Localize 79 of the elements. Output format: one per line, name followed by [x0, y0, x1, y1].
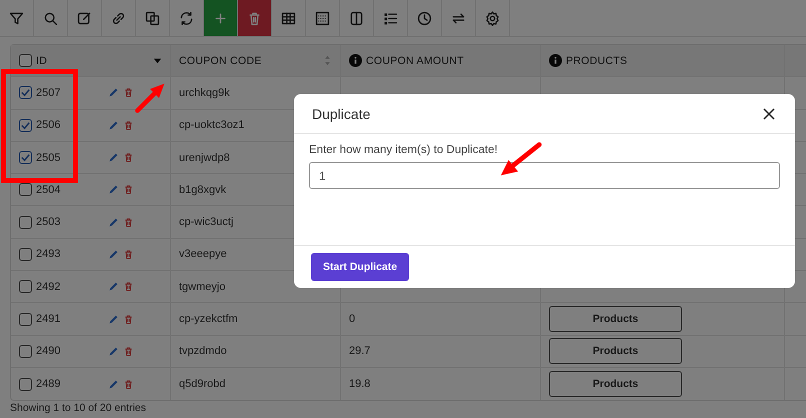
row-checkbox[interactable] — [19, 378, 32, 391]
trash-icon[interactable] — [123, 248, 134, 260]
coupon-code: tvpzdmdo — [179, 345, 227, 358]
coupon-code: v3eeepye — [179, 248, 227, 260]
pencil-icon[interactable] — [108, 152, 119, 164]
row-id: 2505 — [36, 152, 62, 164]
row-checkbox[interactable] — [19, 248, 32, 261]
dialog-prompt: Enter how many item(s) to Duplicate! — [309, 144, 499, 156]
coupon-code: cp-uoktc3oz1 — [179, 119, 244, 132]
pencil-icon[interactable] — [108, 248, 119, 260]
row-checkbox[interactable] — [19, 312, 32, 326]
coupon-code: urenjwdp8 — [179, 152, 230, 164]
row-checkbox[interactable] — [19, 118, 32, 132]
trash-icon[interactable] — [123, 314, 134, 325]
row-id: 2490 — [36, 345, 62, 358]
row-id: 2506 — [36, 119, 62, 132]
pencil-icon[interactable] — [108, 281, 119, 292]
column-header[interactable]: COUPON AMOUNT — [366, 54, 464, 67]
row-id: 2493 — [36, 248, 62, 260]
row-checkbox[interactable] — [19, 183, 32, 196]
trash-icon[interactable] — [123, 87, 134, 98]
coupon-code: cp-yzekctfm — [179, 313, 238, 326]
pencil-icon[interactable] — [108, 346, 119, 357]
row-checkbox[interactable] — [19, 216, 32, 229]
trash-icon[interactable] — [123, 184, 134, 196]
coupon-code: q5d9robd — [179, 378, 226, 390]
row-id: 2507 — [36, 86, 62, 99]
row-id: 2504 — [36, 184, 62, 196]
start-duplicate-button[interactable]: Start Duplicate — [311, 253, 410, 281]
delete-button[interactable] — [238, 0, 272, 36]
column-header[interactable]: ID — [36, 54, 48, 67]
pencil-icon[interactable] — [108, 184, 119, 196]
pencil-icon[interactable] — [108, 120, 119, 131]
pencil-icon[interactable] — [108, 87, 119, 98]
trash-icon[interactable] — [123, 346, 134, 357]
close-icon — [763, 108, 775, 120]
products-button[interactable]: Products — [549, 371, 682, 398]
close-button[interactable] — [761, 106, 777, 122]
pencil-icon[interactable] — [108, 378, 119, 390]
coupon-code: urchkqg9k — [179, 86, 230, 99]
coupon-amount: 19.8 — [349, 378, 370, 390]
table-icon — [280, 10, 297, 26]
coupon-code: tgwmeyjo — [179, 280, 226, 293]
clock-icon — [416, 10, 433, 26]
row-id: 2489 — [36, 378, 62, 390]
copy-icon — [144, 10, 161, 26]
grid-icon — [314, 10, 331, 26]
pencil-icon[interactable] — [108, 216, 119, 228]
trash-icon[interactable] — [123, 281, 134, 292]
row-checkbox[interactable] — [19, 151, 32, 164]
settings-icon — [484, 10, 501, 26]
trash-icon[interactable] — [123, 216, 134, 228]
trash-icon[interactable] — [123, 152, 134, 164]
filter-icon — [8, 10, 25, 26]
products-button[interactable]: Products — [549, 306, 682, 332]
pencil-square-icon — [76, 10, 93, 26]
dialog-title: Duplicate — [312, 106, 370, 122]
coupon-amount: 0 — [349, 313, 356, 326]
row-id: 2503 — [36, 216, 62, 228]
search-icon — [42, 10, 59, 26]
pencil-icon[interactable] — [108, 314, 119, 325]
coupon-amount: 29.7 — [349, 345, 370, 358]
products-button[interactable]: Products — [549, 338, 682, 364]
column-header[interactable]: COUPON CODE — [179, 54, 262, 67]
row-checkbox[interactable] — [19, 280, 32, 294]
row-id: 2491 — [36, 313, 62, 326]
coupon-code: b1g8xgvk — [179, 184, 226, 196]
row-checkbox[interactable] — [19, 344, 32, 358]
coupon-code: cp-wic3uctj — [179, 216, 234, 228]
trash-icon[interactable] — [123, 378, 134, 390]
row-checkbox[interactable] — [19, 86, 32, 100]
refresh-icon — [178, 10, 195, 26]
columns-icon — [348, 10, 365, 26]
row-id: 2492 — [36, 280, 62, 293]
entries-info: Showing 1 to 10 of 20 entries — [10, 402, 148, 414]
quantity-input[interactable]: 1 — [309, 162, 780, 189]
select-all-checkbox[interactable] — [19, 54, 32, 68]
trash-icon[interactable] — [123, 120, 134, 131]
column-header[interactable]: PRODUCTS — [566, 54, 628, 67]
